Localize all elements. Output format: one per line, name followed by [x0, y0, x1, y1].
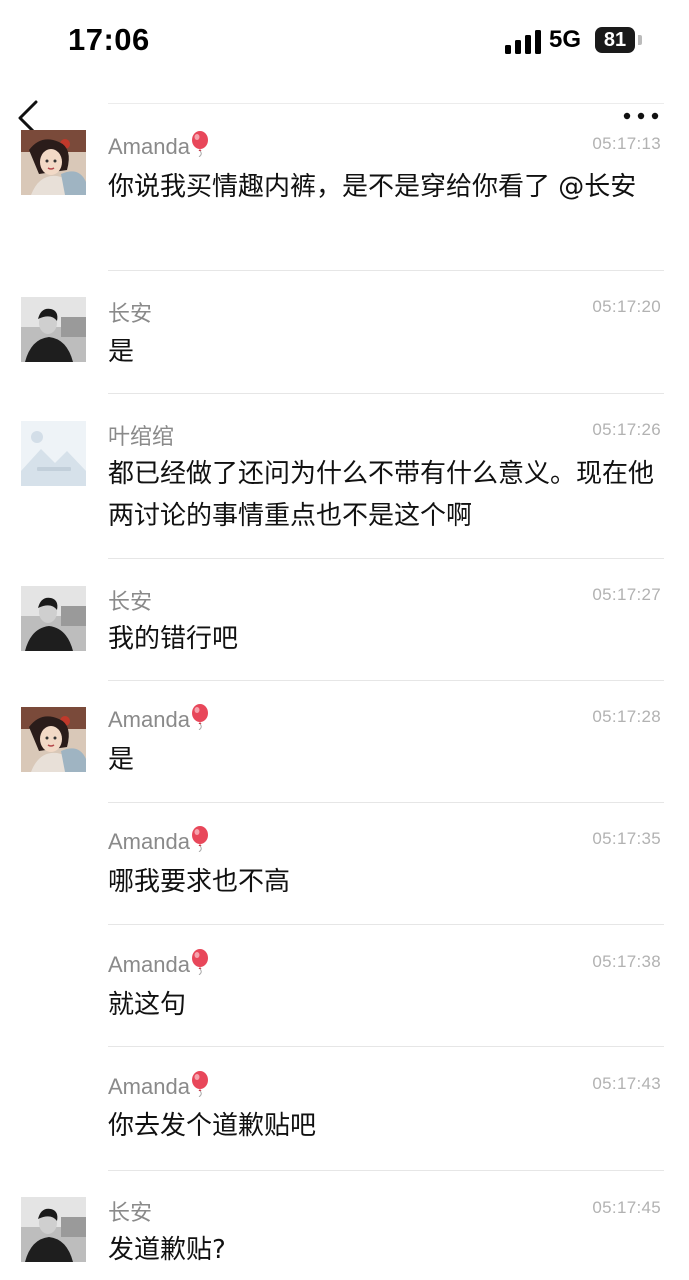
avatar[interactable]	[21, 297, 86, 362]
message-time: 05:17:26	[592, 420, 661, 439]
avatar[interactable]	[21, 1197, 86, 1262]
message-text: 你去发个道歉贴吧	[108, 1111, 317, 1141]
sender-name-text: 长安	[108, 589, 153, 614]
message-time: 05:17:35	[592, 829, 661, 848]
sender-name-text: Amanda	[108, 707, 190, 732]
avatar[interactable]	[21, 130, 86, 195]
avatar-amanda-icon	[21, 707, 86, 772]
sender-name-text: 长安	[108, 301, 153, 326]
sender-name: 叶绾绾	[108, 419, 174, 451]
message-time: 05:17:38	[592, 952, 661, 971]
sender-name-text: Amanda	[108, 134, 190, 159]
chat-message[interactable]: Amanda 05:17:43 你去发个道歉贴吧	[0, 1046, 689, 1170]
message-text: 哪我要求也不高	[108, 867, 291, 897]
sender-name-text: Amanda	[108, 829, 190, 854]
message-text: 我的错行吧	[108, 624, 239, 654]
battery-tip	[638, 35, 642, 45]
sender-name: 长安	[108, 584, 152, 616]
red-balloon-icon	[191, 826, 208, 852]
sender-name-text: 长安	[108, 1200, 153, 1225]
chat-message[interactable]: Amanda 05:17:35 哪我要求也不高	[0, 802, 689, 924]
avatar[interactable]	[21, 421, 86, 486]
chat-message[interactable]: 长安 05:17:20 是	[0, 270, 689, 393]
message-time: 05:17:27	[592, 585, 661, 604]
chat-message[interactable]: 叶绾绾 05:17:26 都已经做了还问为什么不带有什么意义。现在他两讨论的事情…	[0, 393, 689, 558]
avatar-changan-icon	[21, 1197, 86, 1262]
avatar-landscape-icon	[21, 421, 86, 486]
message-text: 你说我买情趣内裤，是不是穿给你看了 @长安	[108, 172, 637, 202]
message-time: 05:17:45	[592, 1198, 661, 1217]
sender-name: 长安	[108, 296, 152, 328]
battery-icon: 81	[595, 27, 635, 53]
message-time: 05:17:28	[592, 707, 661, 726]
sender-name-text: Amanda	[108, 1074, 190, 1099]
message-text: 都已经做了还问为什么不带有什么意义。现在他两讨论的事情重点也不是这个啊	[108, 459, 655, 531]
sender-name-text: Amanda	[108, 952, 190, 977]
sender-name: Amanda	[108, 826, 210, 855]
avatar-changan-icon	[21, 297, 86, 362]
message-time: 05:17:20	[592, 297, 661, 316]
red-balloon-icon	[191, 1071, 208, 1097]
red-balloon-icon	[191, 131, 208, 157]
cellular-signal-icon	[505, 30, 541, 54]
avatar[interactable]	[21, 586, 86, 651]
chat-message[interactable]: 长安 05:17:45 发道歉贴?	[0, 1170, 689, 1280]
red-balloon-icon	[191, 704, 208, 730]
chat-message[interactable]: Amanda 05:17:28 是	[0, 680, 689, 802]
sender-name: 长安	[108, 1195, 152, 1227]
message-text: 就这句	[108, 990, 187, 1020]
sender-name-text: 叶绾绾	[108, 424, 175, 449]
chat-message[interactable]: 长安 05:17:27 我的错行吧	[0, 558, 689, 680]
message-text: 发道歉贴?	[108, 1235, 226, 1265]
chat-message[interactable]: Amanda 05:17:13 你说我买情趣内裤，是不是穿给你看了 @长安	[0, 104, 689, 270]
sender-name: Amanda	[108, 1071, 210, 1100]
network-type: 5G	[549, 26, 582, 53]
message-text: 是	[108, 745, 135, 775]
sender-name: Amanda	[108, 949, 210, 978]
status-bar: 17:06 5G 81	[0, 0, 689, 84]
status-time: 17:06	[68, 22, 150, 57]
sender-name: Amanda	[108, 131, 210, 160]
red-balloon-icon	[191, 949, 208, 975]
message-text: 是	[108, 337, 135, 367]
message-time: 05:17:43	[592, 1074, 661, 1093]
sender-name: Amanda	[108, 704, 210, 733]
avatar-changan-icon	[21, 586, 86, 651]
avatar[interactable]	[21, 707, 86, 772]
avatar-amanda-icon	[21, 130, 86, 195]
message-time: 05:17:13	[592, 134, 661, 153]
chat-message[interactable]: Amanda 05:17:38 就这句	[0, 924, 689, 1046]
